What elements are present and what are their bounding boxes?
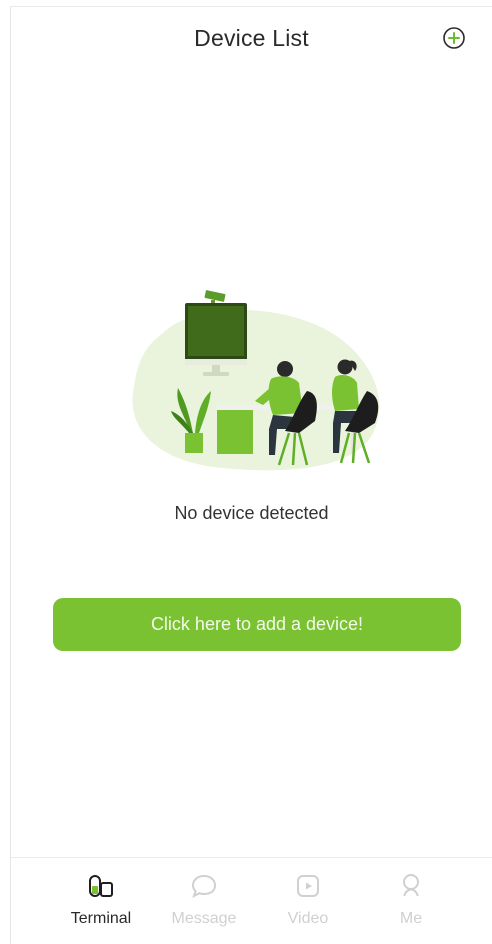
tab-me[interactable]: Me bbox=[371, 872, 451, 928]
app-screen: Device List No device detected Click her… bbox=[10, 6, 492, 944]
terminal-devices-icon bbox=[89, 875, 113, 897]
tab-message-label: Message bbox=[171, 910, 237, 927]
add-device-cta-button[interactable]: Click here to add a device! bbox=[53, 598, 461, 651]
header: Device List bbox=[11, 21, 492, 61]
plus-circle-icon bbox=[443, 27, 465, 49]
tab-message[interactable]: Message bbox=[164, 872, 244, 928]
office-workstation-illustration bbox=[123, 283, 393, 483]
tab-me-label: Me bbox=[399, 910, 423, 927]
page-title: Device List bbox=[194, 25, 309, 51]
add-device-button[interactable] bbox=[442, 26, 466, 50]
bottom-tab-bar: Terminal Message Video Me bbox=[11, 857, 492, 944]
empty-state-message: No device detected bbox=[174, 503, 329, 523]
tab-video-label: Video bbox=[287, 910, 329, 927]
chat-bubble-icon bbox=[191, 874, 217, 899]
video-play-icon bbox=[297, 875, 319, 897]
tab-terminal[interactable]: Terminal bbox=[61, 872, 141, 928]
tab-video[interactable]: Video bbox=[268, 872, 348, 928]
person-icon bbox=[403, 874, 419, 897]
tab-terminal-label: Terminal bbox=[70, 910, 132, 927]
